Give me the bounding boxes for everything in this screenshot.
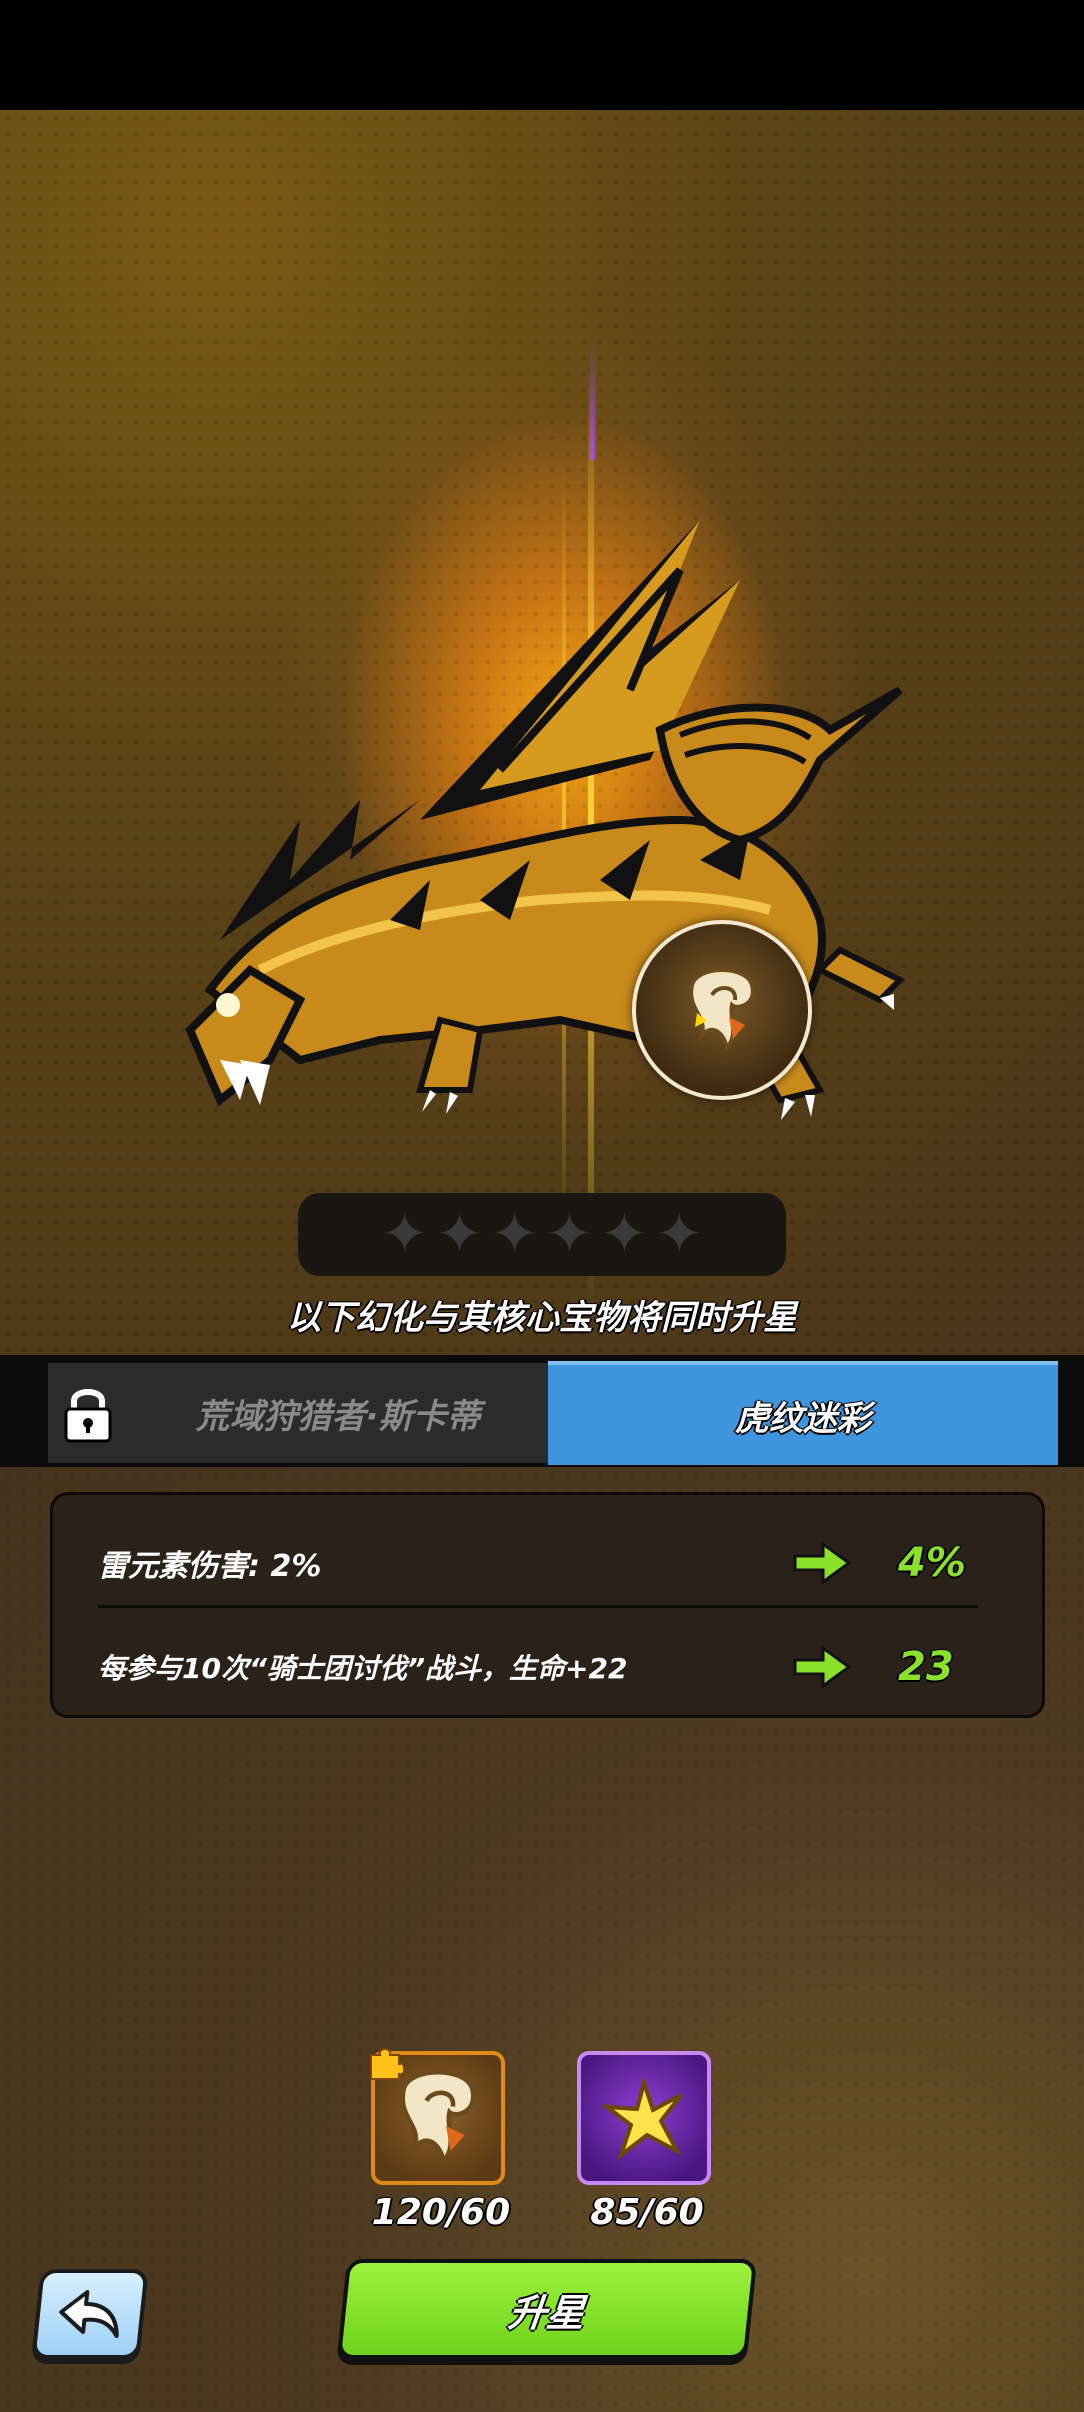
tab-locked-label: 荒域狩猎者·斯卡蒂	[195, 1396, 481, 1437]
divider	[98, 1605, 978, 1608]
back-arrow-icon	[59, 2290, 119, 2338]
stat-row: 雷元素伤害: 2% 4%	[98, 1533, 998, 1593]
empty-star-icon: ✦	[491, 1201, 538, 1267]
star-rating: ✦ ✦ ✦ ✦ ✦ ✦	[298, 1193, 786, 1276]
stat-preview-panel: 雷元素伤害: 2% 4% 每参与10次“骑士团讨伐”战斗，生命+22 23	[50, 1492, 1045, 1718]
stat-next-value: 23	[898, 1644, 954, 1690]
stat-name: 雷元素伤害: 2%	[98, 1549, 322, 1584]
back-button[interactable]	[31, 2269, 149, 2359]
skin-tabs: 荒域狩猎者·斯卡蒂 虎纹迷彩	[0, 1355, 1084, 1467]
empty-star-icon: ✦	[381, 1201, 429, 1267]
stat-row: 每参与10次“骑士团讨伐”战斗，生命+22 23	[98, 1637, 998, 1697]
core-treasure-icon	[689, 968, 755, 1051]
material-core-treasure[interactable]	[370, 2048, 505, 2185]
tab-active-skin[interactable]: 虎纹迷彩	[548, 1361, 1058, 1465]
status-bar	[0, 0, 1084, 110]
core-treasure-badge[interactable]	[632, 920, 812, 1100]
material-count: 85/60	[590, 2192, 704, 2233]
upgrade-notice: 以下幻化与其核心宝物将同时升星	[287, 1298, 797, 1338]
empty-star-icon: ✦	[436, 1201, 484, 1267]
upgrade-star-button[interactable]: 升星	[336, 2259, 758, 2359]
star-shard-icon	[600, 2076, 683, 2161]
empty-star-icon: ✦	[600, 1201, 648, 1267]
upgrade-panel: 雷元素伤害: 2% 4% 每参与10次“骑士团讨伐”战斗，生命+22 23 12…	[0, 1467, 1084, 2412]
arrow-right-icon	[793, 1646, 851, 1688]
empty-star-icon: ✦	[546, 1201, 593, 1267]
arrow-right-icon	[793, 1542, 851, 1584]
empty-star-icon: ✦	[655, 1201, 703, 1267]
lock-icon	[64, 1389, 112, 1443]
material-star-shard[interactable]	[577, 2051, 711, 2185]
stat-name: 每参与10次“骑士团讨伐”战斗，生命+22	[98, 1652, 628, 1685]
stat-next-value: 4%	[898, 1540, 966, 1586]
material-count: 120/60	[371, 2192, 511, 2233]
skin-preview-stage	[0, 110, 1084, 1355]
puzzle-piece-icon	[370, 2048, 403, 2080]
tab-locked-skin[interactable]: 荒域狩猎者·斯卡蒂	[48, 1363, 548, 1463]
